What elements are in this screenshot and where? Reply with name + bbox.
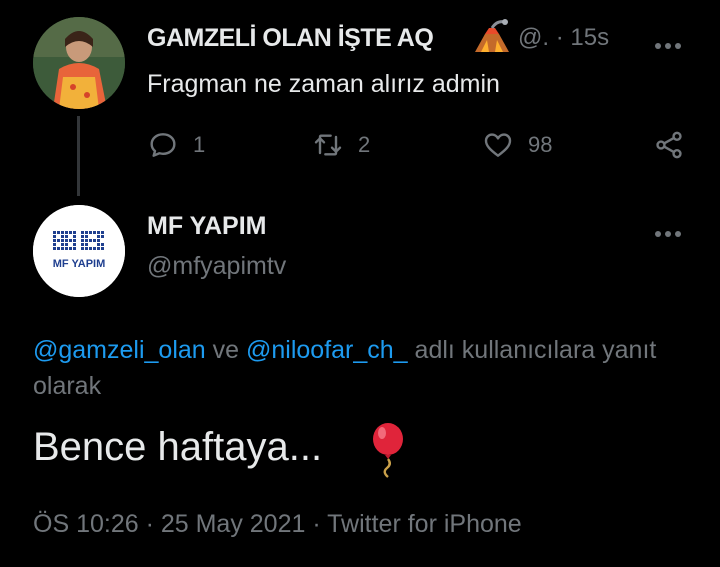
- logo-text: MF YAPIM: [53, 258, 106, 270]
- tweet-text: Bence haftaya...: [33, 425, 323, 469]
- balloon-emoji-icon: [373, 423, 403, 478]
- reply-conjunction: ve: [205, 336, 246, 364]
- mention-niloofar-ch[interactable]: @niloofar_ch_: [246, 336, 408, 364]
- display-name[interactable]: MF YAPIM: [147, 212, 266, 241]
- share-icon: [656, 131, 682, 159]
- user-avatar[interactable]: [33, 17, 125, 109]
- avatar-photo: [33, 17, 125, 109]
- time-separator: ·: [555, 24, 564, 51]
- share-button[interactable]: [653, 128, 685, 162]
- tweet-timestamp-source[interactable]: ÖS 10:26 · 25 May 2021 · Twitter for iPh…: [33, 510, 522, 539]
- reply-context: @gamzeli_olan ve @niloofar_ch_ adlı kull…: [33, 332, 673, 404]
- more-options-icon[interactable]: [655, 36, 689, 49]
- reply-to-display-name[interactable]: GAMZELİ OLAN İŞTE AQ: [147, 24, 434, 53]
- reply-icon: [150, 133, 176, 157]
- reply-to-time: 15s: [570, 24, 610, 51]
- retweet-icon: [314, 134, 342, 156]
- mention-gamzeli-olan[interactable]: @gamzeli_olan: [33, 336, 206, 364]
- reply-button[interactable]: 1: [147, 128, 205, 162]
- mf-yapim-logo: MF YAPIM: [33, 205, 125, 297]
- mf-yapim-avatar[interactable]: MF YAPIM: [33, 205, 125, 297]
- heart-icon: [484, 133, 512, 157]
- handle[interactable]: @mfyapimtv: [147, 252, 286, 281]
- retweet-count: 2: [358, 132, 371, 157]
- reply-to-handle-time[interactable]: @. · 15s: [518, 24, 609, 52]
- like-button[interactable]: 98: [482, 128, 552, 162]
- reply-count: 1: [193, 132, 206, 157]
- volcano-emoji-icon: [475, 19, 509, 52]
- thread-connector-line: [77, 116, 80, 196]
- retweet-button[interactable]: 2: [312, 128, 370, 162]
- reply-to-handle: @.: [518, 24, 550, 51]
- more-options-icon[interactable]: [655, 224, 689, 237]
- reply-to-tweet-text: Fragman ne zaman alırız admin: [147, 70, 500, 98]
- like-count: 98: [528, 132, 553, 157]
